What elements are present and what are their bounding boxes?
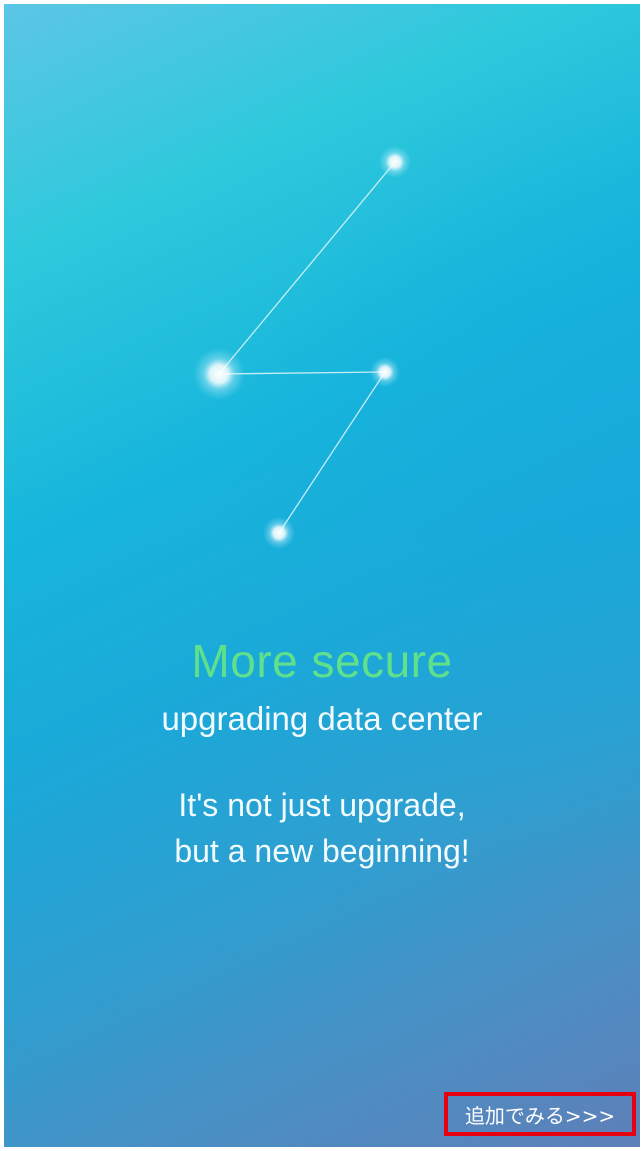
splash-screen: More secure upgrading data center It's n… — [4, 4, 640, 1147]
see-more-label: 追加でみる>>> — [464, 1103, 616, 1128]
constellation-line — [218, 161, 396, 375]
subheadline: upgrading data center — [161, 700, 483, 737]
constellation-illustration — [193, 146, 411, 549]
tagline-line: It's not just upgrade, — [178, 787, 466, 823]
star-dot — [263, 517, 295, 549]
star-dot — [193, 348, 245, 400]
see-more-button[interactable]: 追加でみる>>> — [444, 1092, 636, 1136]
tagline-line: but a new beginning! — [174, 833, 470, 869]
tagline: It's not just upgrade, but a new beginni… — [4, 782, 640, 874]
star-dot — [370, 357, 400, 387]
star-dot — [379, 146, 411, 178]
constellation-line — [278, 371, 386, 534]
headline: More secure — [191, 635, 453, 687]
